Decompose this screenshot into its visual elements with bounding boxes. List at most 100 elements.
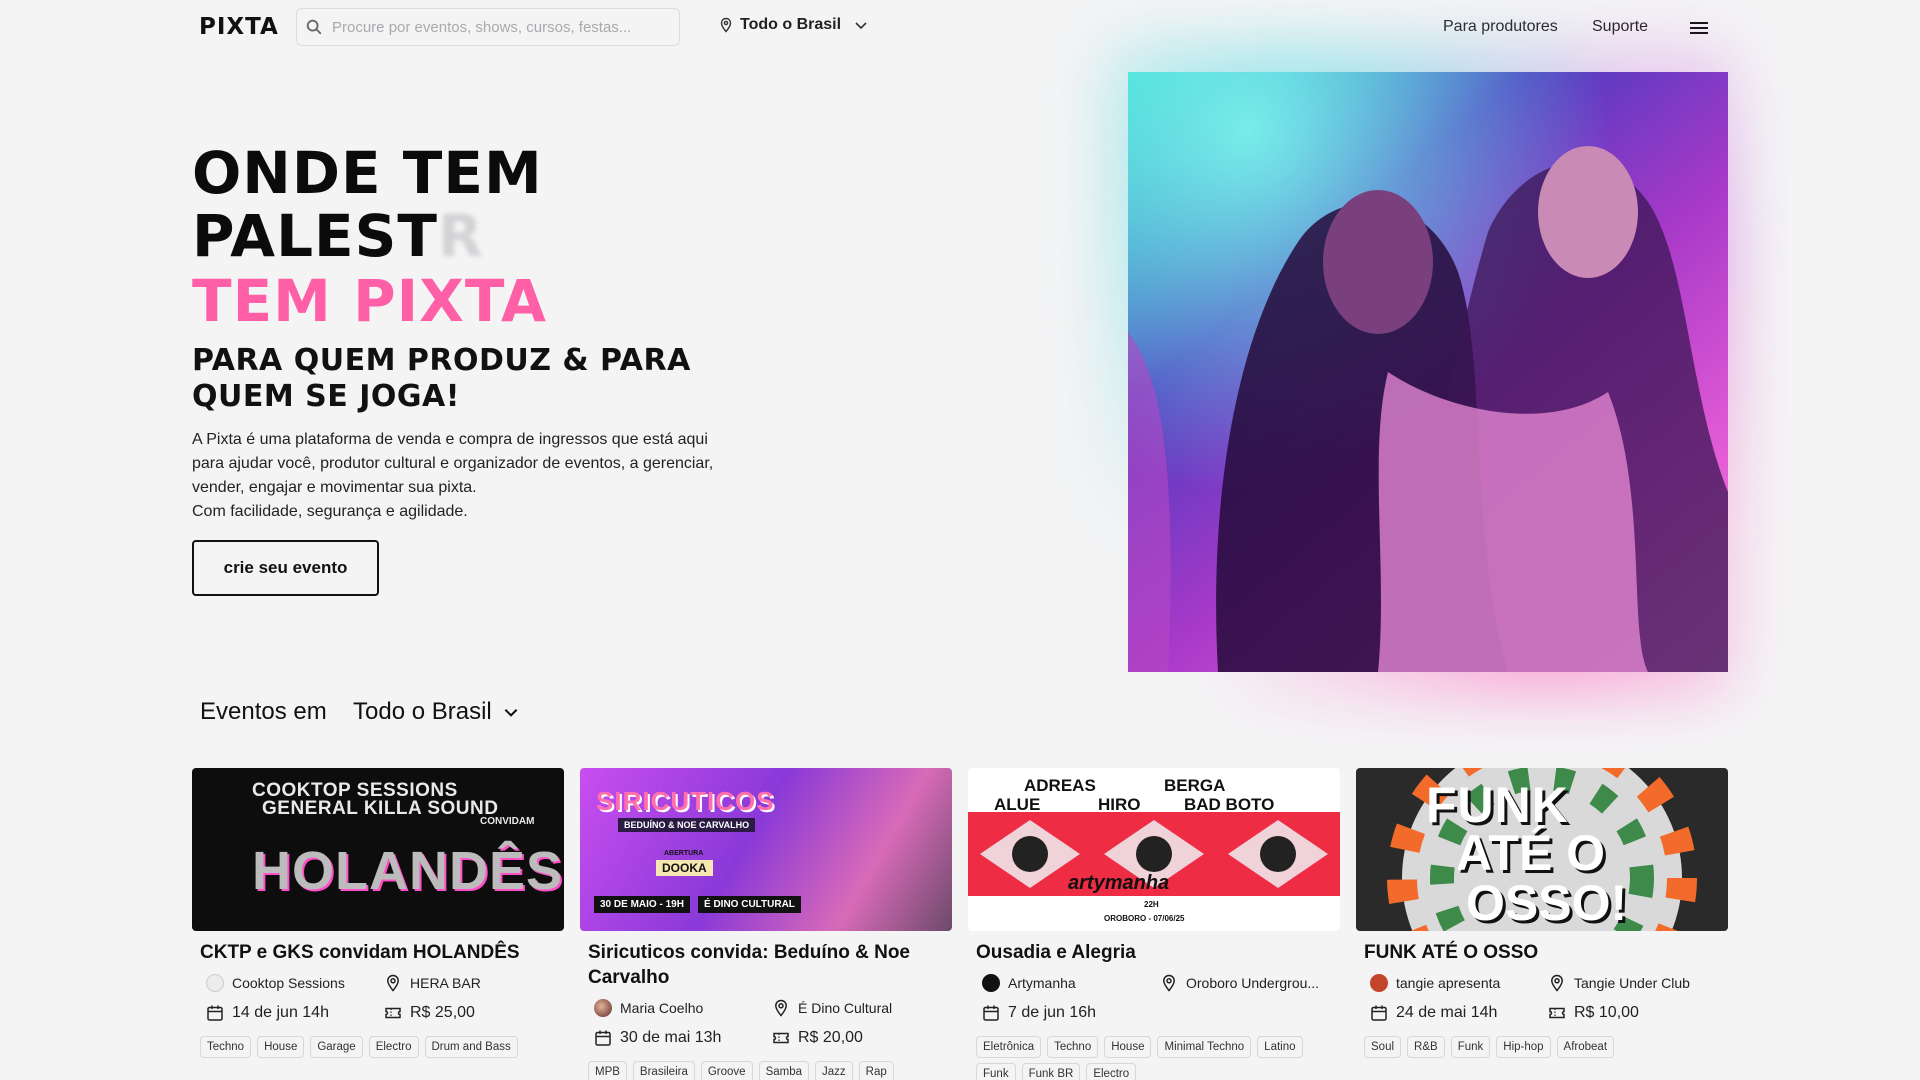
genre-tag[interactable]: Funk [1450,1036,1491,1058]
ticket-icon [773,1032,789,1044]
genre-tag[interactable]: Drum and Bass [424,1036,518,1058]
event-date: 24 de mai 14h [1370,1004,1540,1022]
location-pin-icon [387,974,399,992]
hero-description-line: Com facilidade, segurança e agilidade. [192,503,468,520]
event-date: 14 de jun 14h [206,1004,376,1022]
search-input[interactable] [332,18,662,36]
genre-tag[interactable]: House [257,1036,305,1058]
genre-tag[interactable]: Electro [368,1036,419,1058]
genre-tag[interactable]: Garage [310,1036,363,1058]
genre-tag[interactable]: Rap [858,1061,894,1080]
genre-tag[interactable]: Hip-hop [1496,1036,1551,1058]
event-organizer: tangie apresenta [1370,974,1540,992]
event-title[interactable]: Ousadia e Alegria [976,940,1336,965]
event-tags: Techno House Garage Electro Drum and Bas… [200,1036,562,1058]
event-card[interactable]: COOKTOP SESSIONS GENERAL KILLA SOUND CON… [192,768,564,1058]
genre-tag[interactable]: Samba [758,1061,810,1080]
flyer-text: CONVIDAM [480,816,535,827]
event-organizer: Artymanha [982,974,1152,992]
genre-tag[interactable]: Minimal Techno [1157,1036,1252,1058]
genre-tag[interactable]: Jazz [815,1061,853,1080]
price-text: R$ 25,00 [410,1004,475,1021]
date-text: 30 de mai 13h [620,1029,722,1046]
genre-tag[interactable]: Soul [1364,1036,1402,1058]
date-text: 7 de jun 16h [1008,1004,1097,1021]
genre-tag[interactable]: R&B [1407,1036,1445,1058]
hero-description-line: A Pixta é uma plataforma de venda e comp… [192,431,708,448]
flyer-text: 22H [1144,900,1159,909]
flyer-text: 30 DE MAIO - 19H [594,896,690,913]
organizer-avatar [594,999,612,1017]
event-card[interactable]: ADREAS ALUE HIRO BERGA BAD BOTO artymanh… [968,768,1340,1080]
search-icon [306,19,322,35]
organizer-avatar [1370,974,1388,992]
hero-subtitle: PARA QUEM PRODUZ & PARA QUEM SE JOGA! [192,343,691,414]
location-pin-icon [720,17,732,33]
event-flyer: ADREAS ALUE HIRO BERGA BAD BOTO artymanh… [968,768,1340,931]
flyer-text: GENERAL KILLA SOUND [262,798,499,819]
genre-tag[interactable]: MPB [588,1061,627,1080]
date-text: 24 de mai 14h [1396,1004,1498,1021]
event-organizer: Maria Coelho [594,999,764,1017]
event-tags: Eletrônica Techno House Minimal Techno L… [976,1036,1338,1080]
venue-name: Oroboro Undergrou... [1186,975,1320,991]
genre-tag[interactable]: Eletrônica [976,1036,1042,1058]
hero-party-photo [1128,72,1728,672]
genre-tag[interactable]: Latino [1257,1036,1303,1058]
event-price: R$ 25,00 [384,1004,554,1022]
venue-name: HERA BAR [410,975,481,991]
location-pin-icon [1551,974,1563,992]
flyer-text: BEDUÍNO & NOE CARVALHO [618,818,756,832]
price-text: R$ 20,00 [798,1029,863,1046]
location-label: Todo o Brasil [740,16,842,33]
hero-description-line: vender, engajar e movimentar sua pixta. [192,479,477,496]
event-venue: HERA BAR [384,974,554,992]
genre-tag[interactable]: Afrobeat [1556,1036,1615,1058]
chevron-down-icon [504,709,518,717]
ticket-icon [385,1007,401,1019]
genre-tag[interactable]: Funk [976,1063,1016,1080]
event-price: R$ 20,00 [772,1029,942,1047]
date-text: 14 de jun 14h [232,1004,329,1021]
organizer-name: Cooktop Sessions [232,975,345,991]
event-card[interactable]: FUNK ATÉ O OSSO! FUNK ATÉ O OSSO tangie … [1356,768,1728,1058]
event-title[interactable]: Siricuticos convida: Beduíno & Noe Carva… [588,940,948,990]
nav-suporte[interactable]: Suporte [1592,18,1648,36]
event-venue: É Dino Cultural [772,999,942,1017]
pixta-logo[interactable]: PIXTA [199,14,279,40]
ticket-icon [1549,1007,1565,1019]
flyer-text: ABERTURA [664,850,704,857]
genre-tag[interactable]: Techno [1047,1036,1099,1058]
event-organizer: Cooktop Sessions [206,974,356,992]
genre-tag[interactable]: Funk BR [1021,1063,1081,1080]
events-location-selector[interactable]: Todo o Brasil [353,698,520,726]
hamburger-menu-icon[interactable] [1688,17,1710,39]
genre-tag[interactable]: Brasileira [632,1061,695,1080]
venue-name: Tangie Under Club [1574,975,1690,991]
flyer-text: ADREAS [1024,776,1096,795]
flyer-text: É DINO CULTURAL [698,896,801,913]
event-flyer: COOKTOP SESSIONS GENERAL KILLA SOUND CON… [192,768,564,931]
genre-tag[interactable]: Groove [700,1061,753,1080]
search-bar[interactable] [296,8,680,46]
genre-tag[interactable]: Techno [200,1036,252,1058]
calendar-icon [595,1030,611,1046]
event-tags: Soul R&B Funk Hip-hop Afrobeat [1364,1036,1726,1058]
chevron-down-icon [855,22,867,30]
event-date: 30 de mai 13h [594,1029,764,1047]
flyer-text: BERGA [1164,776,1226,795]
genre-tag[interactable]: House [1104,1036,1152,1058]
hero-rotating-word: PALEST [192,202,438,270]
genre-tag[interactable]: Electro [1086,1063,1137,1080]
organizer-avatar [206,974,224,992]
event-title[interactable]: FUNK ATÉ O OSSO [1364,940,1724,965]
event-card[interactable]: SIRICUTICOS BEDUÍNO & NOE CARVALHO ABERT… [580,768,952,1080]
price-text: R$ 10,00 [1574,1004,1639,1021]
hero-photo-illustration [1128,72,1728,672]
hero-rotating-letter: R [438,202,484,270]
nav-para-produtores[interactable]: Para produtores [1443,18,1558,36]
location-selector[interactable]: Todo o Brasil [718,16,869,34]
create-event-button[interactable]: crie seu evento [192,540,379,596]
event-venue: Oroboro Undergrou... [1160,974,1334,992]
event-title[interactable]: CKTP e GKS convidam HOLANDÊS [200,940,560,965]
